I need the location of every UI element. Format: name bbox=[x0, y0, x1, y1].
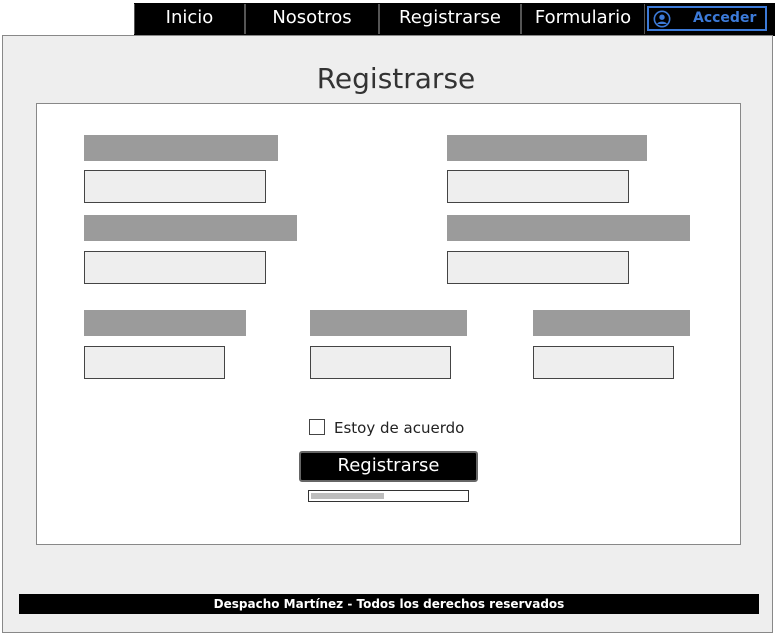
text-field-5[interactable] bbox=[84, 346, 225, 379]
text-field-3[interactable] bbox=[84, 251, 266, 284]
progress-fill bbox=[311, 493, 384, 499]
text-field-1[interactable] bbox=[84, 170, 266, 203]
login-label: Acceder bbox=[693, 10, 757, 26]
agree-checkbox[interactable] bbox=[309, 419, 325, 435]
top-nav: Inicio Nosotros Registrarse Formulario A… bbox=[0, 0, 775, 36]
register-button[interactable]: Registrarse bbox=[299, 451, 478, 482]
field-label-2 bbox=[447, 135, 647, 161]
nav-spacer bbox=[0, 0, 134, 36]
field-label-7 bbox=[533, 310, 690, 336]
text-field-4[interactable] bbox=[447, 251, 629, 284]
login-button[interactable]: Acceder bbox=[647, 6, 767, 31]
page: Inicio Nosotros Registrarse Formulario A… bbox=[0, 0, 775, 635]
text-field-2[interactable] bbox=[447, 170, 629, 203]
progress-bar bbox=[308, 490, 469, 502]
footer: Despacho Martínez - Todos los derechos r… bbox=[19, 594, 759, 614]
field-label-5 bbox=[84, 310, 246, 336]
page-title: Registrarse bbox=[316, 62, 476, 95]
nav-item-nosotros[interactable]: Nosotros bbox=[245, 4, 379, 34]
text-field-6[interactable] bbox=[310, 346, 451, 379]
field-label-6 bbox=[310, 310, 467, 336]
agree-label: Estoy de acuerdo bbox=[334, 419, 465, 437]
nav-item-registrarse[interactable]: Registrarse bbox=[379, 4, 521, 34]
nav-item-inicio[interactable]: Inicio bbox=[134, 4, 245, 34]
nav-item-formulario[interactable]: Formulario bbox=[521, 4, 645, 34]
text-field-7[interactable] bbox=[533, 346, 674, 379]
user-circle-icon bbox=[653, 10, 671, 28]
field-label-3 bbox=[84, 215, 297, 241]
field-label-4 bbox=[447, 215, 690, 241]
field-label-1 bbox=[84, 135, 278, 161]
